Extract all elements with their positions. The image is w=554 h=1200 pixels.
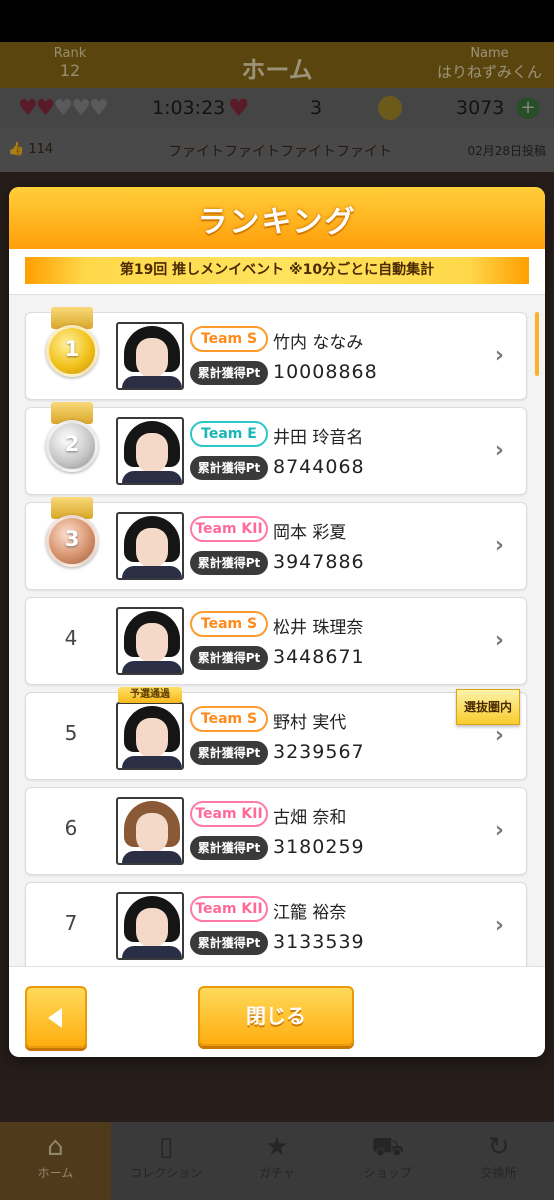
ranking-list[interactable]: 1 Team S 竹内 ななみ 累計獲得Pt 10008868 › 2 Team… (9, 294, 545, 967)
member-name: 江籠 裕奈 (273, 903, 347, 923)
qualified-tag: 予選通過 (118, 687, 182, 703)
ranking-row[interactable]: 2 Team E 井田 玲音名 累計獲得Pt 8744068 › (25, 402, 527, 495)
team-badge: Team S (190, 611, 268, 637)
back-button[interactable] (25, 986, 87, 1048)
member-photo (116, 702, 184, 770)
close-button[interactable]: 閉じる (198, 986, 354, 1046)
selection-zone-tag: 選抜圏内 (456, 689, 520, 725)
rank-number: 5 (64, 721, 78, 745)
member-photo (116, 797, 184, 865)
member-photo (116, 512, 184, 580)
chevron-right-icon: › (494, 628, 504, 653)
rank-number: 4 (64, 626, 78, 650)
chevron-right-icon: › (494, 438, 504, 463)
points-value: 3947886 (273, 551, 365, 573)
member-name: 古畑 奈和 (273, 808, 347, 828)
points-value: 3448671 (273, 646, 365, 668)
member-name: 岡本 彩夏 (273, 523, 347, 543)
chevron-right-icon: › (494, 723, 504, 748)
modal-header: ランキング (9, 187, 545, 249)
member-photo (116, 892, 184, 960)
ranking-row[interactable]: 6 Team KII 古畑 奈和 累計獲得Pt 3180259 › (25, 787, 527, 875)
rank-number: 6 (64, 816, 78, 840)
team-badge: Team S (190, 326, 268, 352)
modal-title: ランキング (197, 205, 357, 240)
rank-number: 7 (64, 911, 78, 935)
member-name: 竹内 ななみ (273, 333, 364, 353)
ranking-row[interactable]: 7 Team KII 江籠 裕奈 累計獲得Pt 3133539 › (25, 882, 527, 966)
points-label: 累計獲得Pt (190, 551, 268, 575)
chevron-right-icon: › (494, 913, 504, 938)
member-name: 井田 玲音名 (273, 428, 364, 448)
event-banner: 第19回 推しメンイベント ※10分ごとに自動集計 (25, 257, 529, 284)
points-value: 8744068 (273, 456, 365, 478)
ranking-row[interactable]: 3 Team KII 岡本 彩夏 累計獲得Pt 3947886 › (25, 497, 527, 590)
points-label: 累計獲得Pt (190, 456, 268, 480)
points-label: 累計獲得Pt (190, 836, 268, 860)
member-name: 松井 珠理奈 (273, 618, 364, 638)
member-photo (116, 322, 184, 390)
team-badge: Team KII (190, 516, 268, 542)
member-photo (116, 607, 184, 675)
team-badge: Team S (190, 706, 268, 732)
rank-number: 2 (64, 432, 80, 456)
rank-number: 1 (64, 337, 80, 361)
team-badge: Team KII (190, 896, 268, 922)
chevron-right-icon: › (494, 818, 504, 843)
ranking-row[interactable]: 4 Team S 松井 珠理奈 累計獲得Pt 3448671 › (25, 597, 527, 685)
points-label: 累計獲得Pt (190, 931, 268, 955)
back-arrow-icon (48, 1008, 62, 1028)
scrollbar[interactable] (535, 312, 539, 376)
bronze-medal-icon: 3 (44, 497, 100, 577)
member-photo (116, 417, 184, 485)
points-value: 10008868 (273, 361, 378, 383)
chevron-right-icon: › (494, 533, 504, 558)
rank-number: 3 (64, 527, 80, 551)
team-badge: Team KII (190, 801, 268, 827)
team-badge: Team E (190, 421, 268, 447)
gold-medal-icon: 1 (44, 307, 100, 387)
points-value: 3133539 (273, 931, 365, 953)
points-label: 累計獲得Pt (190, 646, 268, 670)
ranking-row[interactable]: 1 Team S 竹内 ななみ 累計獲得Pt 10008868 › (25, 307, 527, 400)
ranking-row[interactable]: 5 予選通過 Team S 野村 実代 累計獲得Pt 3239567 選抜圏内 … (25, 687, 527, 780)
event-text: 第19回 推しメンイベント ※10分ごとに自動集計 (119, 262, 435, 278)
ranking-modal: ランキング 第19回 推しメンイベント ※10分ごとに自動集計 1 Team S… (9, 187, 545, 1057)
points-value: 3239567 (273, 741, 365, 763)
silver-medal-icon: 2 (44, 402, 100, 482)
chevron-right-icon: › (494, 343, 504, 368)
points-value: 3180259 (273, 836, 365, 858)
points-label: 累計獲得Pt (190, 361, 268, 385)
member-name: 野村 実代 (273, 713, 347, 733)
points-label: 累計獲得Pt (190, 741, 268, 765)
